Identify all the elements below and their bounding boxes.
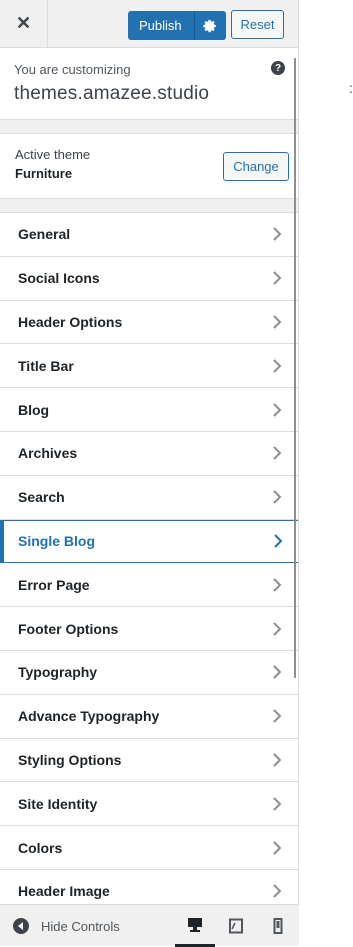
change-theme-button[interactable]: Change: [223, 152, 289, 181]
reset-button[interactable]: Reset: [231, 10, 284, 39]
menu-item-label: Footer Options: [18, 620, 119, 637]
menu-item-label: Blog: [18, 401, 50, 418]
menu-item-social-icons[interactable]: Social Icons: [0, 256, 298, 301]
preview-desktop-button[interactable]: [175, 905, 215, 947]
gear-icon: [203, 19, 216, 32]
mobile-icon: [273, 918, 283, 934]
menu-item-label: Single Blog: [18, 533, 95, 550]
menu-item-blog[interactable]: Blog: [0, 388, 298, 432]
scrollbar[interactable]: [294, 58, 296, 678]
theme-name: Furniture: [15, 166, 73, 181]
menu-item-label: Error Page: [18, 576, 90, 593]
chevron-right-icon: [273, 797, 282, 811]
close-icon: ✕: [15, 13, 32, 33]
menu-item-search[interactable]: Search: [0, 475, 298, 520]
chevron-right-icon: [273, 753, 282, 767]
collapse-arrow-icon: [13, 918, 29, 934]
menu-item-label: Site Identity: [18, 795, 98, 812]
menu-item-label: Title Bar: [18, 357, 74, 374]
preview-tablet-button[interactable]: [216, 905, 256, 947]
desktop-icon: [188, 917, 202, 932]
menu-item-label: Advance Typography: [18, 708, 160, 725]
chevron-right-icon: [273, 359, 282, 373]
help-icon[interactable]: ?: [271, 61, 285, 75]
menu-item-label: Archives: [18, 445, 78, 462]
publish-group: Publish: [128, 11, 226, 40]
menu-item-label: Styling Options: [18, 751, 122, 768]
chevron-right-icon: [273, 884, 282, 899]
customizing-label: You are customizing: [14, 62, 131, 77]
menu-item-single-blog[interactable]: Single Blog: [0, 519, 298, 564]
customizer-footer: Hide Controls: [0, 904, 299, 947]
menu-item-site-identity[interactable]: Site Identity: [0, 782, 298, 827]
menu-item-label: Colors: [18, 839, 63, 856]
chevron-right-icon: [274, 534, 283, 549]
chevron-right-icon: [273, 227, 282, 242]
menu-item-archives[interactable]: Archives: [0, 431, 298, 476]
chevron-right-icon: [273, 446, 282, 461]
preview-mobile-button[interactable]: [258, 905, 298, 947]
menu-item-advance-typography[interactable]: Advance Typography: [0, 694, 298, 739]
publish-button[interactable]: Publish: [128, 11, 194, 40]
customizing-info: You are customizing themes.amazee.studio…: [0, 48, 298, 120]
chevron-right-icon: [273, 578, 282, 592]
chevron-right-icon: [273, 315, 282, 329]
chevron-right-icon: [273, 490, 282, 504]
chevron-right-icon: [273, 709, 282, 723]
section-gap: [0, 120, 298, 134]
tablet-icon: [229, 918, 243, 934]
menu-item-typography[interactable]: Typography: [0, 650, 298, 695]
menu-item-error-page[interactable]: Error Page: [0, 563, 298, 608]
chevron-right-icon: [273, 402, 282, 417]
menu-item-label: Header Options: [18, 313, 123, 330]
chevron-right-icon: [273, 271, 282, 285]
menu-item-label: Header Image: [18, 883, 110, 900]
customizer-header: ✕ Publish Reset: [0, 0, 298, 48]
menu-item-title-bar[interactable]: Title Bar: [0, 344, 298, 389]
hide-controls-label: Hide Controls: [41, 918, 120, 934]
chevron-right-icon: [273, 621, 282, 636]
site-name: themes.amazee.studio: [14, 83, 210, 104]
menu-item-general[interactable]: General: [0, 213, 298, 257]
menu-item-label: General: [18, 226, 71, 243]
menu-item-footer-options[interactable]: Footer Options: [0, 607, 298, 651]
active-theme-section: Active theme Furniture Change: [0, 134, 298, 199]
menu-item-styling-options[interactable]: Styling Options: [0, 738, 298, 783]
publish-settings-button[interactable]: [193, 11, 226, 40]
active-theme-label: Active theme: [15, 147, 91, 162]
hide-controls-button[interactable]: Hide Controls: [13, 918, 120, 934]
chevron-right-icon: [273, 665, 282, 680]
menu-item-label: Social Icons: [18, 270, 100, 287]
menu-item-label: Typography: [18, 664, 98, 681]
close-button[interactable]: ✕: [0, 0, 48, 47]
chevron-right-icon: [273, 840, 282, 855]
menu-item-header-options[interactable]: Header Options: [0, 300, 298, 345]
menu-item-label: Search: [18, 489, 65, 506]
customizer-sidebar: ✕ Publish Reset You are customizing them…: [0, 0, 299, 946]
customizer-menu: General Social Icons Header Options Title B…: [0, 213, 298, 914]
menu-item-colors[interactable]: Colors: [0, 826, 298, 870]
preview-area-mark: :: [349, 80, 353, 96]
section-gap: [0, 199, 298, 213]
